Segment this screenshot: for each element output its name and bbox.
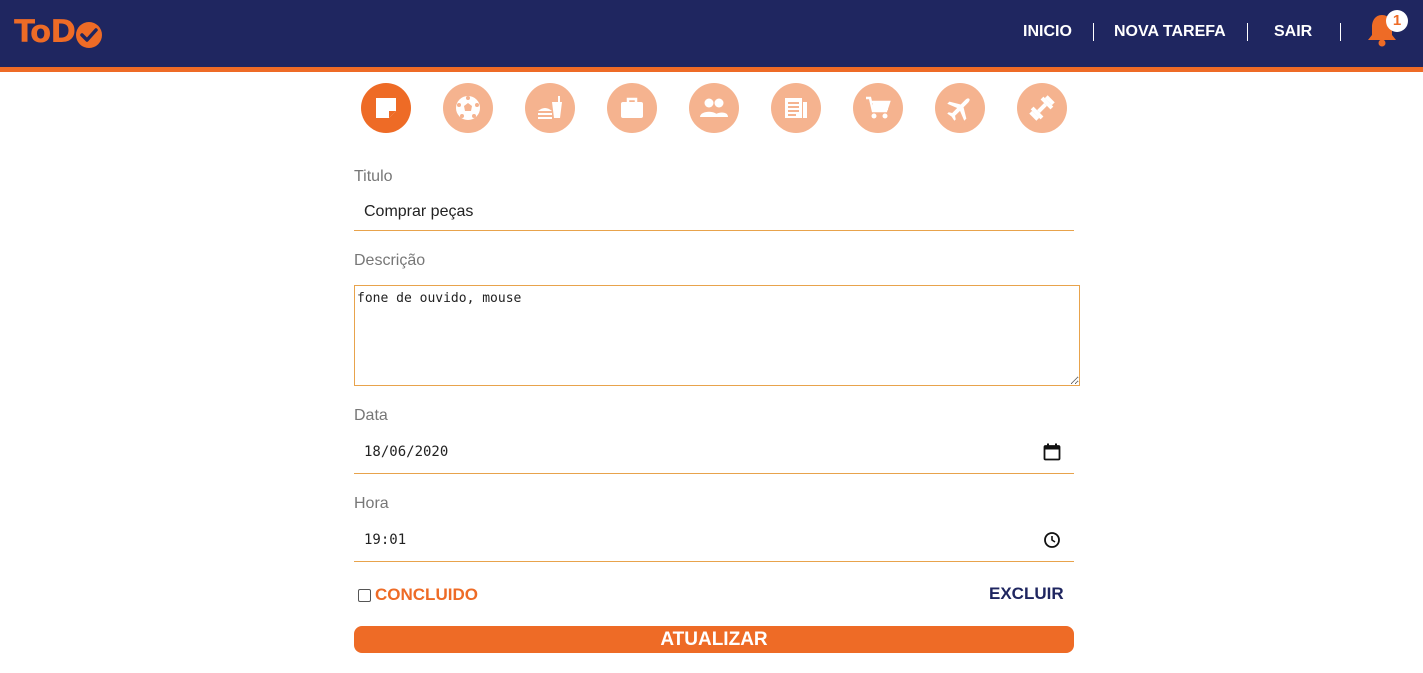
nav-nova-tarefa[interactable]: NOVA TAREFA (1114, 0, 1226, 64)
newspaper-icon (785, 98, 807, 118)
time-label: Hora (354, 495, 389, 512)
calendar-icon[interactable] (1043, 443, 1061, 461)
nav-inicio[interactable]: INICIO (1023, 0, 1072, 64)
nav-inicio-link[interactable]: INICIO (1023, 23, 1072, 41)
date-input[interactable] (354, 440, 1074, 474)
date-value: 18/06/2020 (364, 444, 449, 460)
notification-badge[interactable]: 1 (1386, 10, 1408, 32)
app-logo[interactable]: ToD (14, 12, 103, 52)
type-work-button[interactable] (607, 83, 657, 133)
nav-separator (1340, 23, 1341, 41)
type-travel-button[interactable] (935, 83, 985, 133)
people-icon (700, 98, 728, 117)
excluir-button[interactable]: EXCLUIR (989, 584, 1064, 604)
fastfood-icon (538, 96, 562, 119)
task-type-selector (361, 83, 1067, 133)
description-label: Descrição (354, 252, 426, 269)
type-shopping-button[interactable] (853, 83, 903, 133)
clock-icon[interactable] (1043, 531, 1061, 549)
type-people-button[interactable] (689, 83, 739, 133)
nav-separator (1093, 23, 1094, 41)
type-news-button[interactable] (771, 83, 821, 133)
airplane-icon (947, 98, 970, 121)
note-icon (376, 98, 396, 118)
shopping-cart-icon (866, 96, 891, 119)
title-input[interactable] (354, 200, 1074, 231)
nav-sair-link[interactable]: SAIR (1274, 23, 1312, 41)
time-value: 19:01 (364, 532, 407, 548)
concluido-label[interactable]: CONCLUIDO (375, 585, 478, 605)
type-note-button[interactable] (361, 83, 411, 133)
dumbbell-icon (1029, 95, 1055, 121)
nav-sair[interactable]: SAIR (1274, 0, 1312, 64)
type-sports-button[interactable] (443, 83, 493, 133)
logo-check-icon (76, 22, 103, 48)
nav-separator (1247, 23, 1248, 41)
title-label: Titulo (354, 168, 393, 185)
concluido-checkbox[interactable] (358, 588, 371, 602)
top-navbar: ToD INICIO NOVA TAREFA SAIR 1 (0, 0, 1423, 72)
soccer-ball-icon (456, 96, 480, 120)
logo-text: ToD (14, 14, 76, 50)
type-fitness-button[interactable] (1017, 83, 1067, 133)
nav-nova-tarefa-link[interactable]: NOVA TAREFA (1114, 23, 1226, 41)
time-input[interactable] (354, 528, 1074, 562)
atualizar-button[interactable]: ATUALIZAR (354, 626, 1074, 653)
type-food-button[interactable] (525, 83, 575, 133)
concluido-toggle[interactable]: CONCLUIDO (358, 585, 478, 605)
date-label: Data (354, 407, 388, 424)
description-textarea[interactable]: fone de ouvido, mouse (354, 285, 1080, 386)
briefcase-icon (621, 97, 643, 118)
